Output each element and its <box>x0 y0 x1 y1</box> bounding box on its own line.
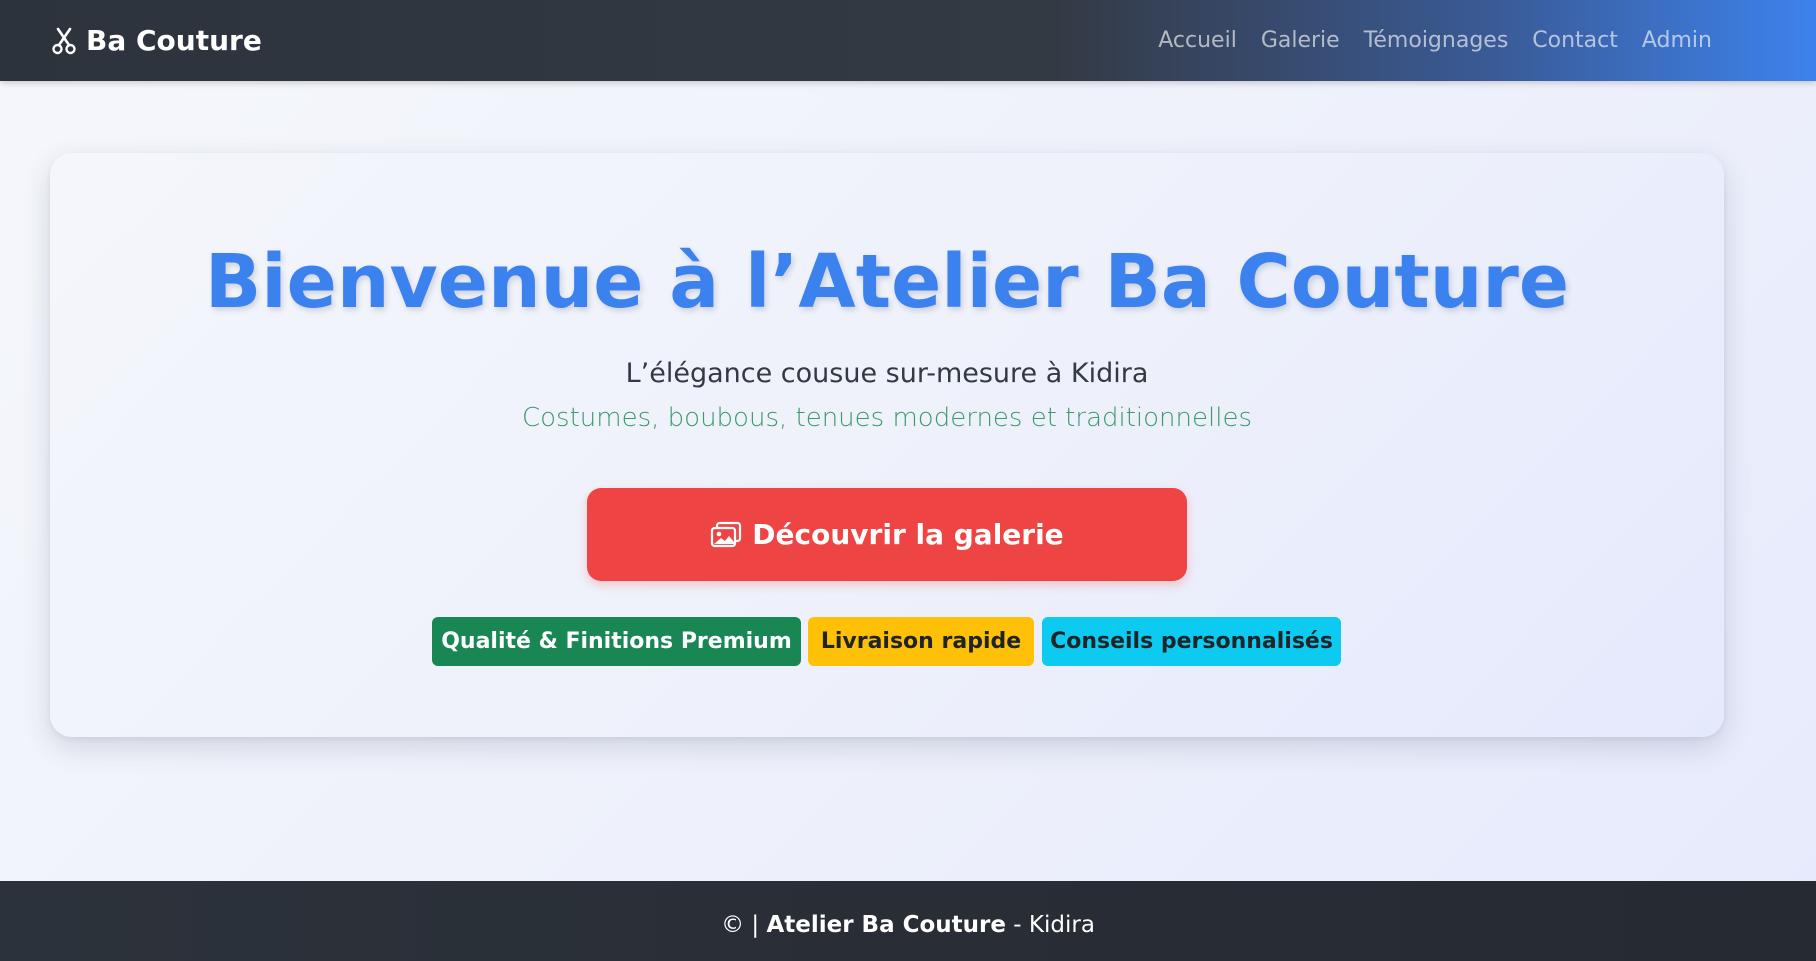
navbar: Ba Couture Accueil Galerie Témoignages C… <box>0 0 1816 81</box>
images-icon <box>710 521 742 549</box>
hero-subtitle: L’élégance cousue sur-mesure à Kidira <box>625 358 1149 389</box>
badge-delivery: Livraison rapide <box>808 617 1034 666</box>
footer-location: - Kidira <box>1013 912 1095 938</box>
badge-quality: Qualité & Finitions Premium <box>432 617 801 666</box>
nav-link-galerie[interactable]: Galerie <box>1261 28 1340 53</box>
footer-copyright: © | <box>721 912 760 938</box>
hero-title: Bienvenue à l’Atelier Ba Couture <box>204 239 1570 325</box>
scissors-icon <box>50 27 78 55</box>
nav-link-admin[interactable]: Admin <box>1642 28 1712 53</box>
badge-advice: Conseils personnalisés <box>1042 617 1341 666</box>
nav-link-contact[interactable]: Contact <box>1532 28 1618 53</box>
nav-link-accueil[interactable]: Accueil <box>1158 28 1237 53</box>
nav-links: Accueil Galerie Témoignages Contact Admi… <box>1134 0 1712 81</box>
hero-tagline: Costumes, boubous, tenues modernes et tr… <box>521 403 1252 433</box>
discover-gallery-button[interactable]: Découvrir la galerie <box>587 488 1187 581</box>
nav-link-temoignages[interactable]: Témoignages <box>1364 28 1509 53</box>
brand-link[interactable]: Ba Couture <box>50 0 262 81</box>
brand-name: Ba Couture <box>86 24 262 57</box>
discover-gallery-label: Découvrir la galerie <box>752 518 1064 551</box>
footer: © | Atelier Ba Couture - Kidira <box>0 881 1816 961</box>
footer-name: Atelier Ba Couture <box>766 912 1006 938</box>
